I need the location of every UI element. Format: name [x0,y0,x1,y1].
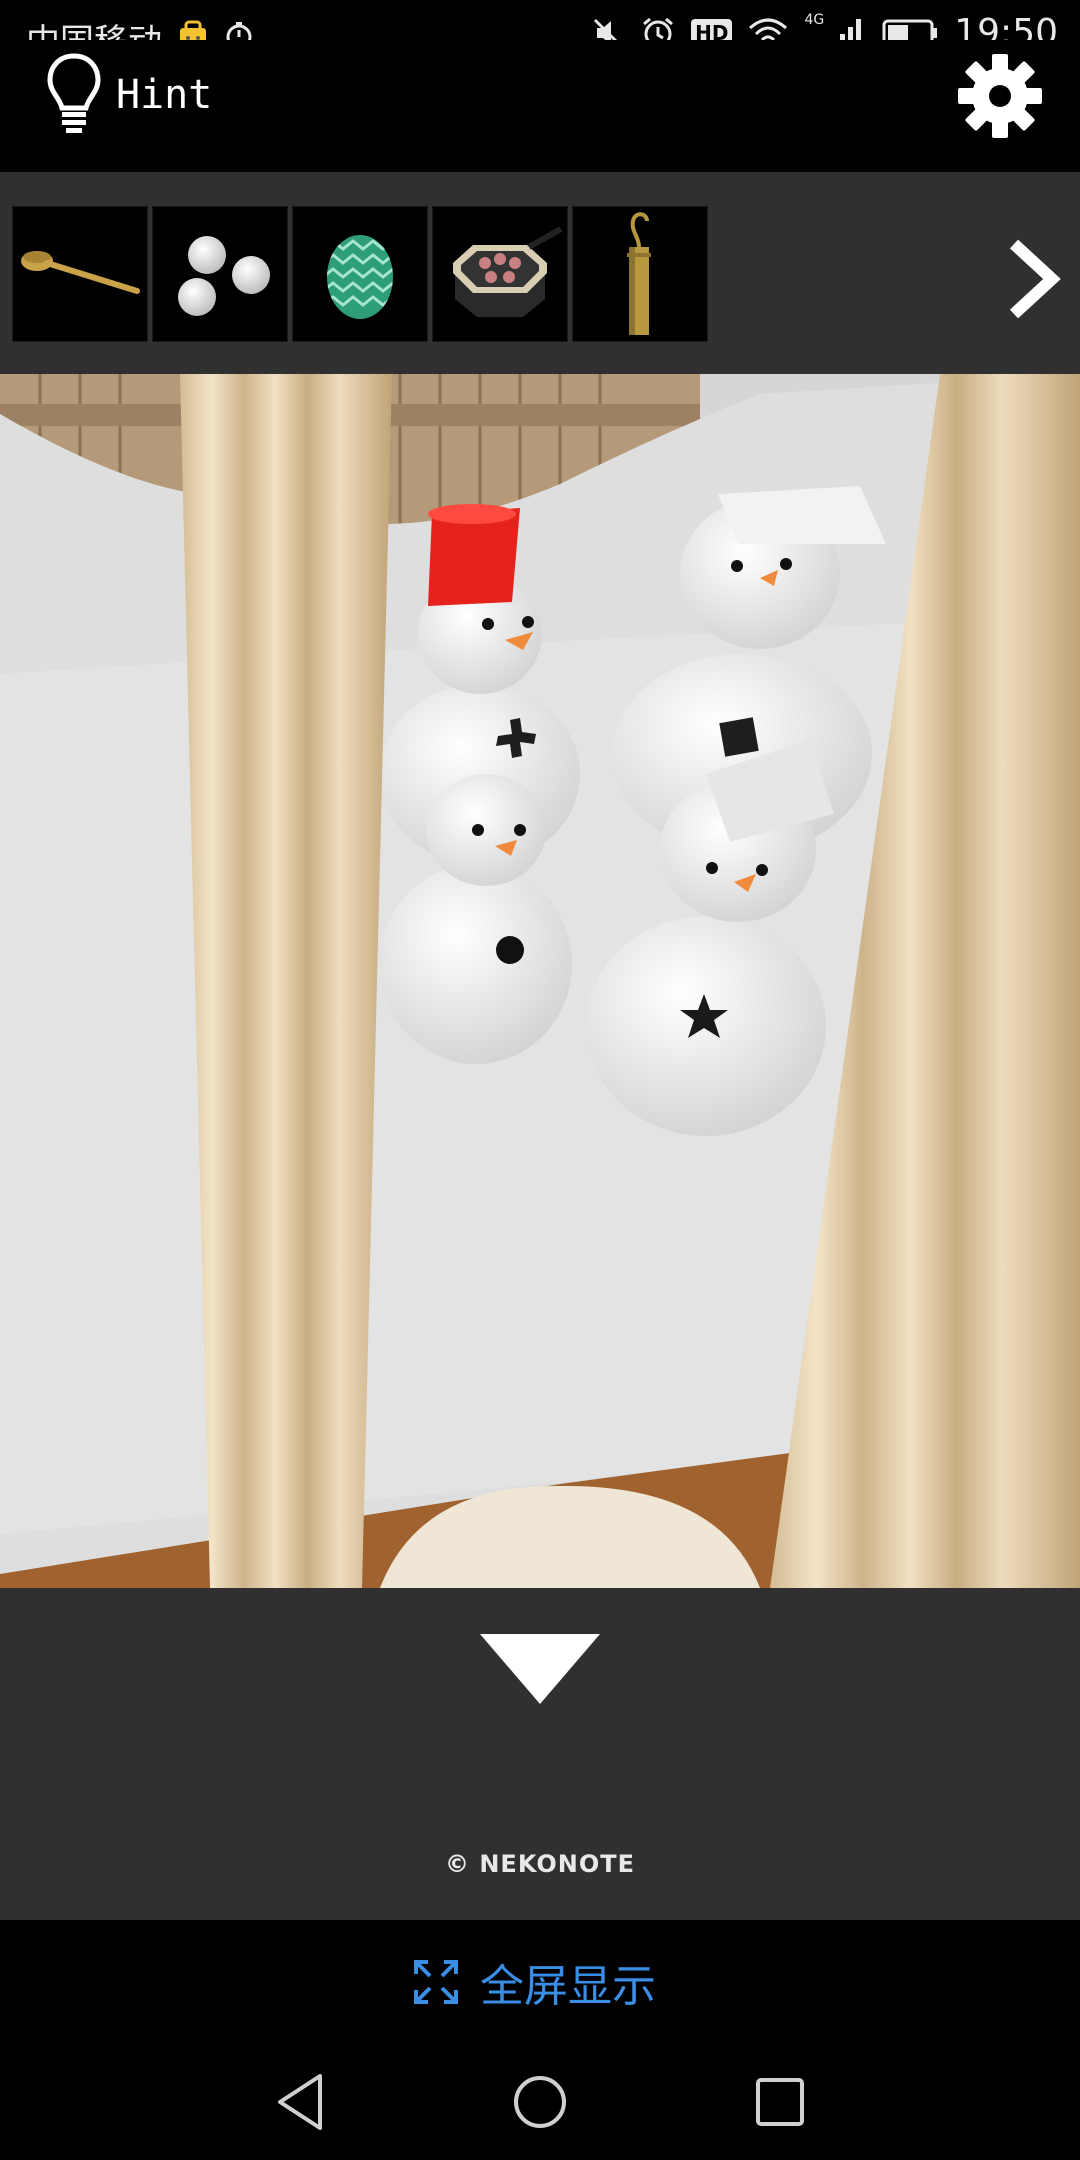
nav-back-button[interactable] [270,2070,334,2134]
chevron-right-icon [1009,239,1061,319]
inventory-bar [0,172,1080,374]
inventory-next-button[interactable] [1002,234,1066,324]
inventory-slot-ladle[interactable] [12,206,148,342]
hook-icon [627,212,651,335]
fullscreen-button[interactable]: 全屏显示 [412,1950,656,2014]
recents-icon [756,2078,804,2126]
inventory-slot-snowballs[interactable] [152,206,288,342]
egg-icon [327,235,393,319]
inventory-slot-hook[interactable] [572,206,708,342]
settings-button[interactable] [952,48,1048,144]
back-icon [278,2074,322,2130]
nav-recents-button[interactable] [748,2070,812,2134]
bottom-panel: © NEKONOTE [0,1588,1080,1920]
gear-icon [958,54,1042,138]
back-down-button[interactable] [478,1632,602,1706]
nav-home-button[interactable] [508,2070,572,2134]
pan-icon [453,226,563,317]
home-icon [514,2076,566,2128]
snowmen-scene-image [0,374,1080,1588]
inventory-slot-pan[interactable] [432,206,568,342]
fullscreen-label: 全屏显示 [480,1961,656,2012]
fullscreen-bar: 全屏显示 [0,1920,1080,2040]
lightbulb-icon [47,53,101,133]
game-scene[interactable] [0,374,1080,1588]
hint-button[interactable]: Hint [44,50,212,140]
top-bar: Hint [0,40,1080,172]
triangle-down-icon [480,1634,600,1704]
expand-icon [414,1960,458,2004]
copyright-label: © NEKONOTE [444,1850,635,1878]
ladle-icon [21,251,140,294]
hint-label: Hint [116,72,213,118]
system-nav-bar [0,2040,1080,2160]
network-type: 4G [804,12,825,28]
inventory-slot-egg[interactable] [292,206,428,342]
snowballs-icon [178,236,270,316]
